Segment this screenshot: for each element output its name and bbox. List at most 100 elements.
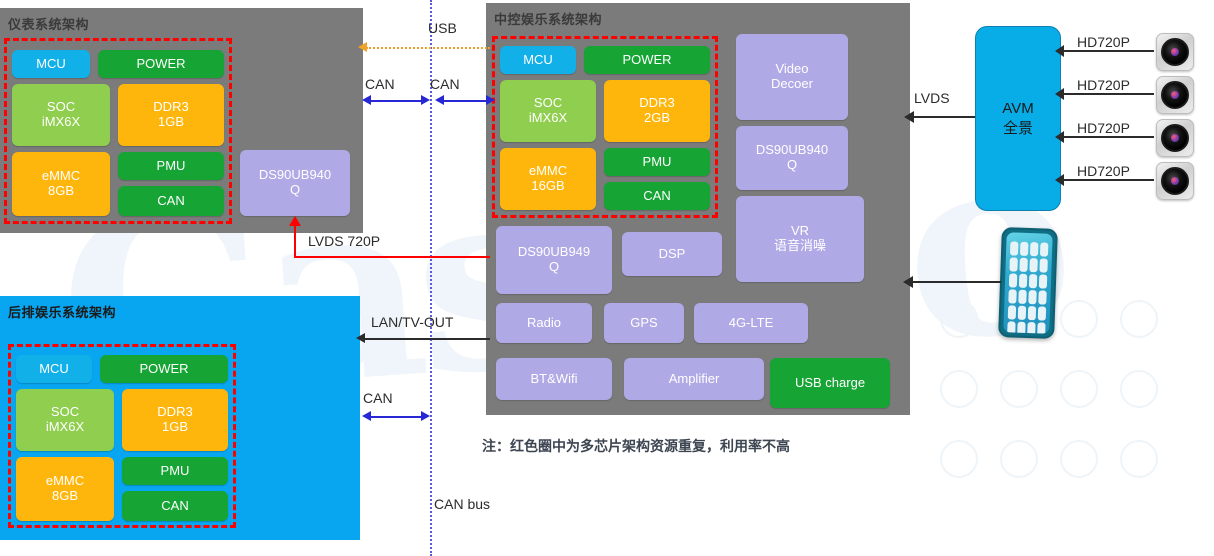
watermark-ring xyxy=(1060,370,1098,408)
block-amplifier[interactable]: Amplifier xyxy=(624,358,764,400)
block-can[interactable]: CAN xyxy=(118,186,224,216)
watermark-ring xyxy=(1120,440,1158,478)
block-emmc[interactable]: eMMC 16GB xyxy=(500,148,596,210)
camera-label: HD720P xyxy=(1077,34,1130,50)
block-sublabel: 2GB xyxy=(643,110,670,125)
can-rear-label: CAN xyxy=(363,390,393,406)
panel-title-head-unit: 中控娱乐系统架构 xyxy=(494,12,603,27)
watermark-ring xyxy=(1060,300,1098,338)
block-ds90ub940q-cluster[interactable]: DS90UB940 Q xyxy=(240,150,350,216)
block-label: eMMC xyxy=(41,168,81,184)
block-avm[interactable]: AVM 全景 xyxy=(975,26,1061,211)
watermark-ring xyxy=(1000,370,1038,408)
camera-link-line xyxy=(1062,93,1154,95)
lvds720p-vertical-line xyxy=(294,225,296,258)
block-mcu[interactable]: MCU xyxy=(12,50,90,78)
block-label: VR xyxy=(790,223,810,239)
block-sublabel: 16GB xyxy=(531,178,565,193)
block-pmu[interactable]: PMU xyxy=(122,457,228,485)
block-label: GPS xyxy=(630,314,658,330)
block-can[interactable]: CAN xyxy=(604,182,710,210)
camera-link-line xyxy=(1062,179,1154,181)
can-right-arrowhead-start xyxy=(435,95,444,105)
phone-screen xyxy=(1003,232,1053,334)
camera-icon[interactable] xyxy=(1156,119,1194,157)
can-right-line xyxy=(443,100,487,102)
camera-icon[interactable] xyxy=(1156,33,1194,71)
block-label: CAN xyxy=(161,497,189,513)
can-left-arrowhead-start xyxy=(362,95,371,105)
watermark-ring xyxy=(1120,370,1158,408)
block-label: CAN xyxy=(157,192,185,208)
block-label: MCU xyxy=(36,55,66,71)
watermark-ring xyxy=(1000,440,1038,478)
block-label: DS90UB940 xyxy=(755,142,829,158)
block-video-decoder[interactable]: Video Decoer xyxy=(736,34,848,120)
panel-title-instrument-cluster: 仪表系统架构 xyxy=(8,17,90,32)
block-sublabel: Q xyxy=(289,182,301,197)
block-vr-noise-cancel[interactable]: VR 语音消噪 xyxy=(736,196,864,282)
block-emmc[interactable]: eMMC 8GB xyxy=(16,457,114,521)
lan-tv-out-arrowhead xyxy=(356,333,365,343)
block-sublabel: iMX6X xyxy=(41,114,81,129)
camera-lens-icon xyxy=(1161,167,1189,195)
block-sublabel: iMX6X xyxy=(528,110,568,125)
smartphone-icon[interactable] xyxy=(998,227,1058,339)
block-soc[interactable]: SOC iMX6X xyxy=(500,80,596,142)
can-left-line xyxy=(370,100,422,102)
lvds720p-label: LVDS 720P xyxy=(308,233,381,249)
block-power[interactable]: POWER xyxy=(584,46,710,74)
block-dsp[interactable]: DSP xyxy=(622,232,722,276)
avm-label: AVM xyxy=(1002,100,1034,117)
block-bt-wifi[interactable]: BT&Wifi xyxy=(496,358,612,400)
block-pmu[interactable]: PMU xyxy=(118,152,224,180)
block-4g-lte[interactable]: 4G-LTE xyxy=(694,303,808,343)
block-mcu[interactable]: MCU xyxy=(16,355,92,383)
block-soc[interactable]: SOC iMX6X xyxy=(16,389,114,451)
block-ds90ub940q-headunit[interactable]: DS90UB940 Q xyxy=(736,126,848,190)
block-power[interactable]: POWER xyxy=(98,50,224,78)
diagram-canvas: GasGoo 仪表系统架构 MCU POWER SOC iMX6X DDR3 1… xyxy=(0,0,1214,556)
camera-link-line xyxy=(1062,50,1154,52)
block-ds90ub949q[interactable]: DS90UB949 Q xyxy=(496,226,612,294)
block-label: eMMC xyxy=(45,473,85,489)
block-sublabel: 8GB xyxy=(51,488,78,503)
block-label: DS90UB949 xyxy=(517,244,591,260)
block-label: DDR3 xyxy=(157,404,193,420)
block-label: POWER xyxy=(622,51,672,67)
camera-lens-icon xyxy=(1161,38,1189,66)
camera-icon[interactable] xyxy=(1156,76,1194,114)
block-label: PMU xyxy=(160,462,190,478)
block-gps[interactable]: GPS xyxy=(604,303,684,343)
block-sublabel: 8GB xyxy=(47,183,74,198)
block-label: Video xyxy=(775,61,809,77)
usb-arrowhead xyxy=(358,42,367,52)
camera-link-arrowhead xyxy=(1055,88,1064,100)
camera-icon[interactable] xyxy=(1156,162,1194,200)
can-left-label: CAN xyxy=(365,76,395,92)
block-ddr3[interactable]: DDR3 2GB xyxy=(604,80,710,142)
lan-tv-out-line xyxy=(365,338,490,340)
block-soc[interactable]: SOC iMX6X xyxy=(12,84,110,146)
lvds-label: LVDS xyxy=(914,90,950,106)
block-power[interactable]: POWER xyxy=(100,355,228,383)
camera-label: HD720P xyxy=(1077,77,1130,93)
block-emmc[interactable]: eMMC 8GB xyxy=(12,152,110,216)
block-can[interactable]: CAN xyxy=(122,491,228,521)
block-ddr3[interactable]: DDR3 1GB xyxy=(122,389,228,451)
block-label: SOC xyxy=(50,404,80,420)
block-label: eMMC xyxy=(528,163,568,179)
block-sublabel: 语音消噪 xyxy=(773,238,826,253)
block-radio[interactable]: Radio xyxy=(496,303,592,343)
block-label: 4G-LTE xyxy=(728,314,774,330)
block-label: PMU xyxy=(156,157,186,173)
panel-title-rear-entertainment: 后排娱乐系统架构 xyxy=(8,305,117,320)
can-right-label: CAN xyxy=(430,76,460,92)
block-label: MCU xyxy=(523,51,553,67)
block-label: SOC xyxy=(533,95,563,111)
camera-label: HD720P xyxy=(1077,120,1130,136)
block-ddr3[interactable]: DDR3 1GB xyxy=(118,84,224,146)
block-mcu[interactable]: MCU xyxy=(500,46,576,74)
block-pmu[interactable]: PMU xyxy=(604,148,710,176)
block-usb-charge[interactable]: USB charge xyxy=(770,358,890,408)
